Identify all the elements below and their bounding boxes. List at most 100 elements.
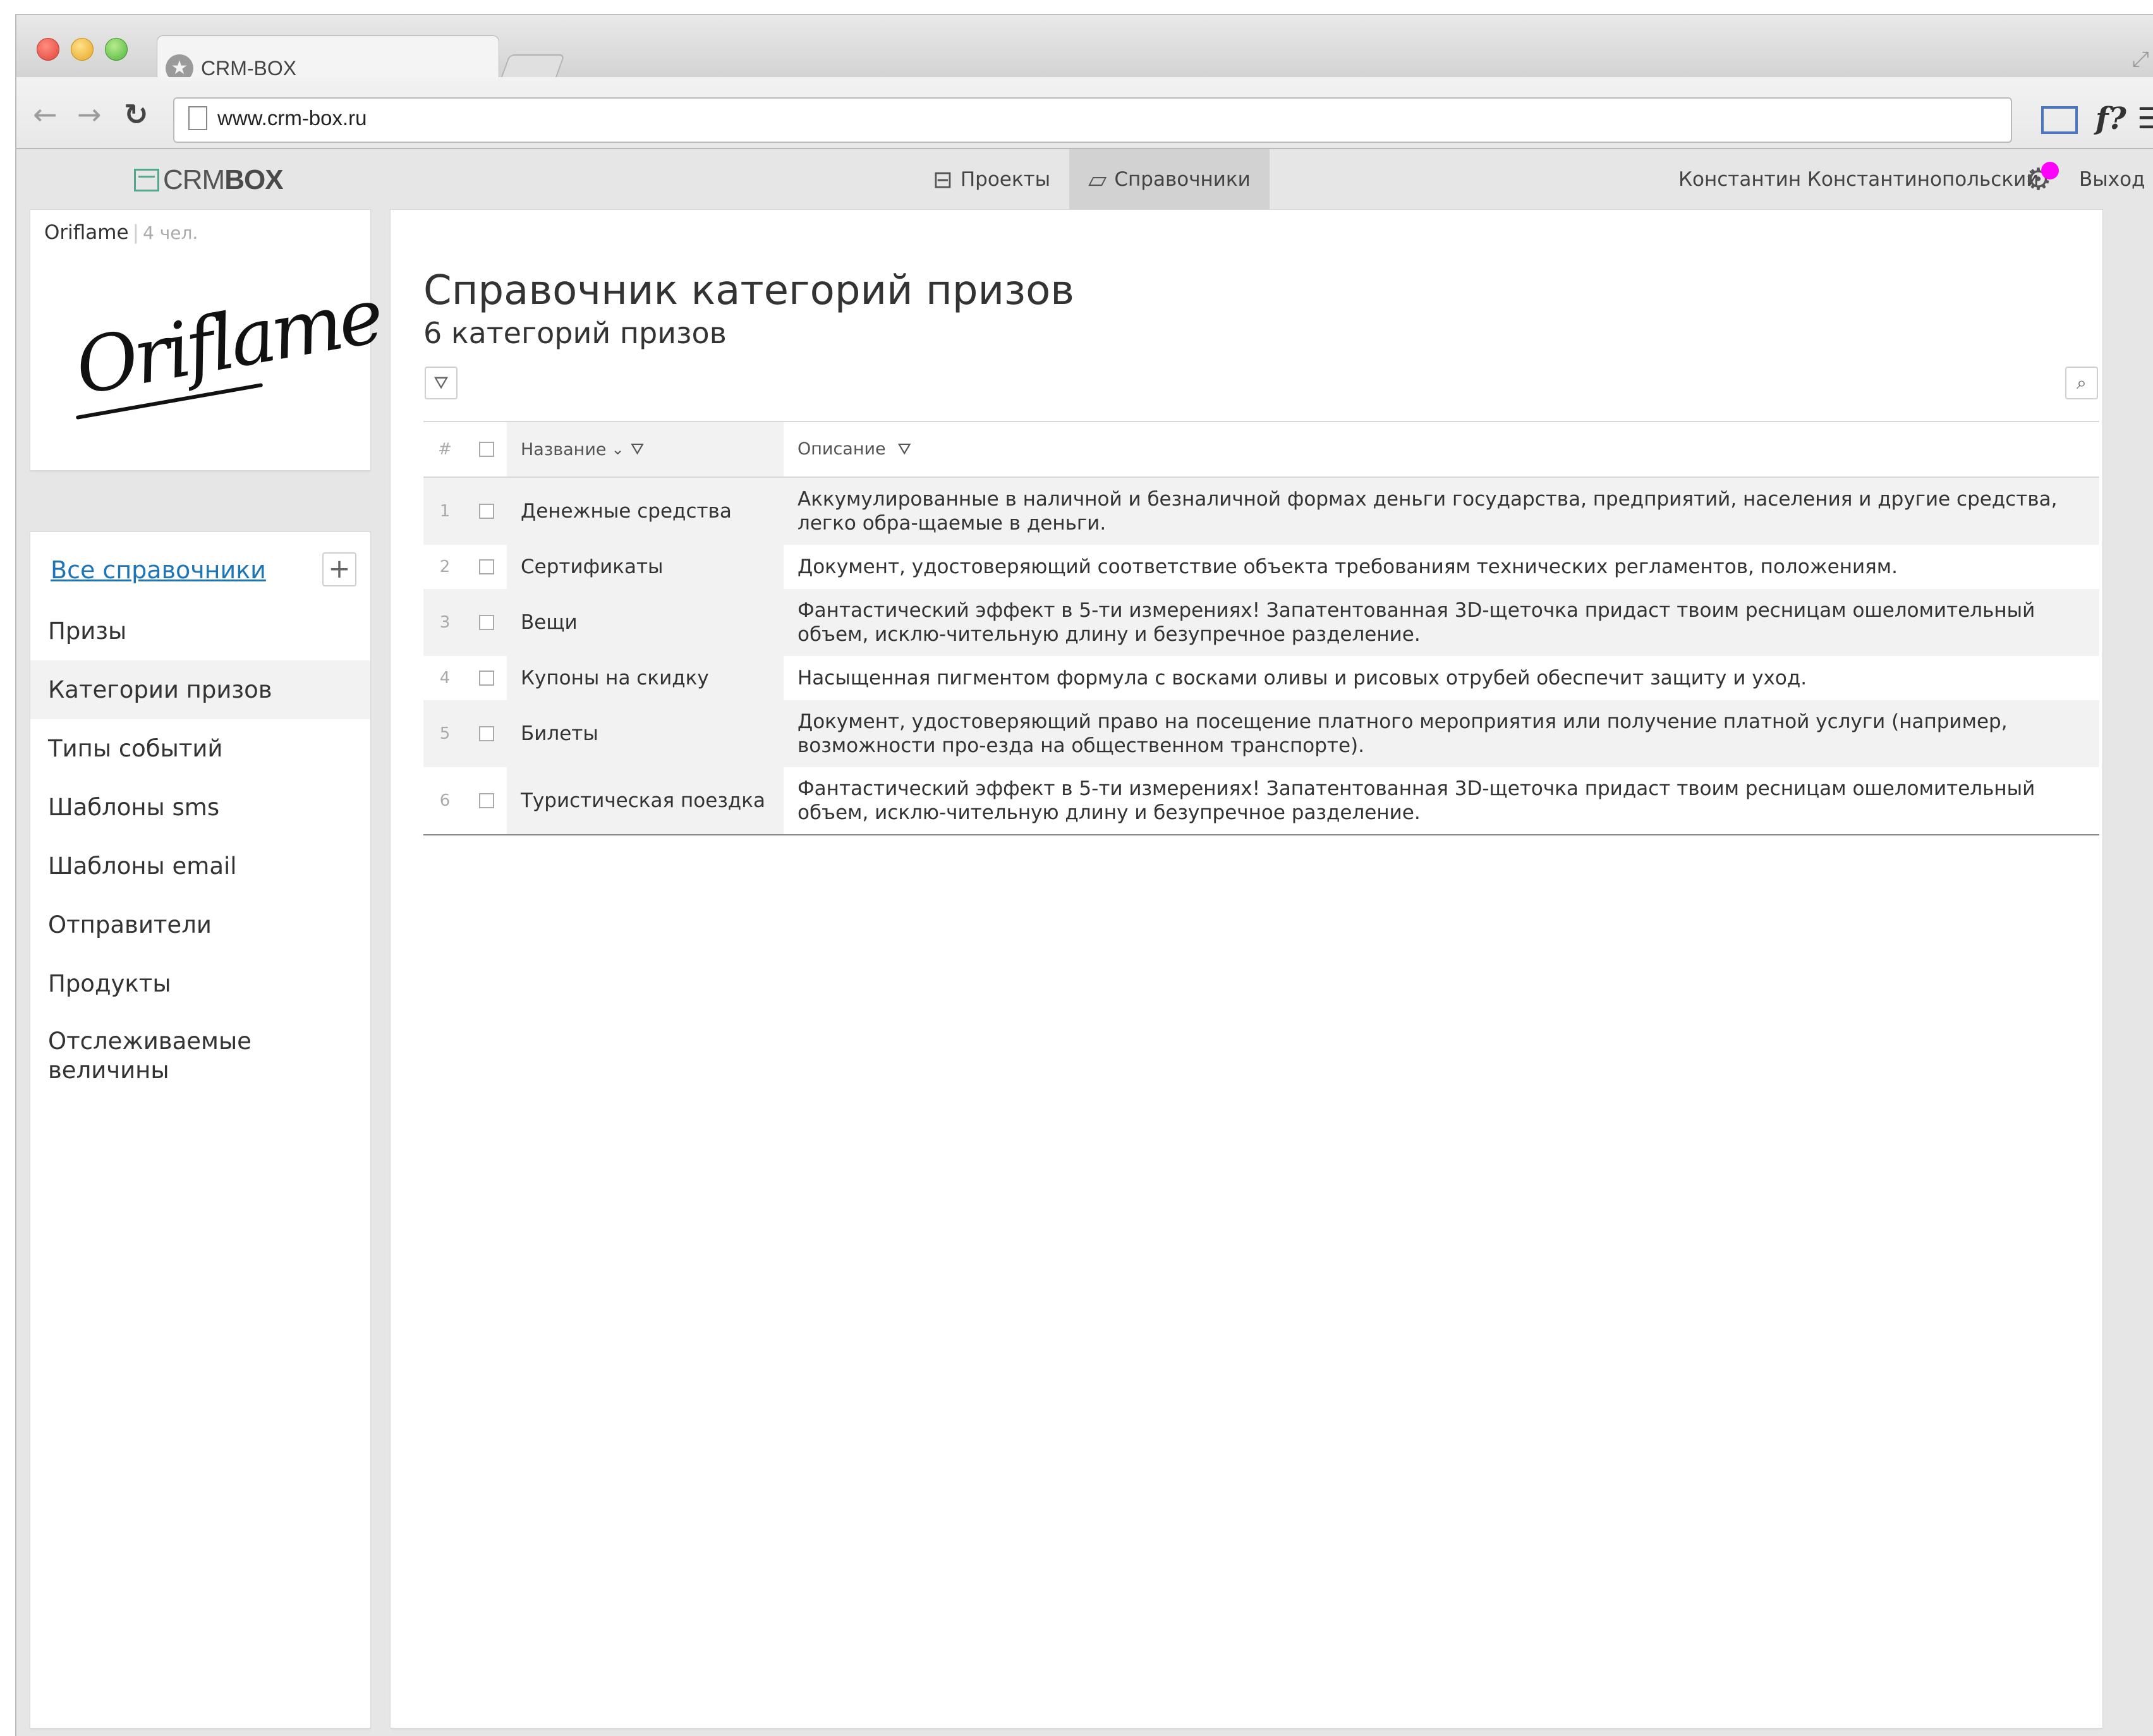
chevron-down-icon[interactable]: ⌄ bbox=[611, 440, 624, 458]
table-row[interactable]: 6 Туристическая поездка Фантастический э… bbox=[423, 767, 2099, 834]
search-icon: ⌕ bbox=[2077, 372, 2087, 393]
table-row[interactable]: 1 Денежные средства Аккумулированные в н… bbox=[423, 478, 2099, 545]
header-description-label: Описание bbox=[798, 439, 886, 459]
header-description-column[interactable]: Описание ⛛ bbox=[784, 430, 2099, 469]
zoom-window-button[interactable] bbox=[105, 38, 128, 61]
sidebar-item-sms-templates[interactable]: Шаблоны sms bbox=[30, 778, 370, 837]
sidebar-item-email-templates[interactable]: Шаблоны email bbox=[30, 837, 370, 895]
row-select bbox=[466, 559, 507, 574]
fullscreen-icon[interactable]: ⤢ bbox=[2132, 47, 2149, 72]
table-row[interactable]: 3 Вещи Фантастический эффект в 5-ти изме… bbox=[423, 589, 2099, 656]
row-checkbox[interactable] bbox=[479, 726, 494, 741]
row-select bbox=[466, 726, 507, 741]
select-all-checkbox[interactable] bbox=[479, 442, 494, 457]
header-name-label: Название bbox=[521, 439, 607, 459]
row-number: 4 bbox=[439, 669, 451, 688]
user-name[interactable]: Константин Константинопольский bbox=[1678, 168, 2039, 191]
browser-window: ★ CRM-BOX ⤢ ← → ↻ www.crm-box.ru f? ☰ CR… bbox=[15, 14, 2153, 1736]
app-area: CRMBOX ⊟ Проекты ▱ Справочники Константи… bbox=[16, 149, 2153, 1736]
row-name[interactable]: Купоны на скидку bbox=[507, 656, 784, 700]
org-header: Oriflame | 4 чел. bbox=[44, 221, 198, 244]
page-icon bbox=[188, 106, 207, 130]
browser-titlebar: ★ CRM-BOX ⤢ bbox=[16, 15, 2153, 82]
org-member-count: 4 чел. bbox=[143, 222, 198, 243]
nav-directories-label: Справочники bbox=[1114, 168, 1251, 191]
row-number: 1 bbox=[439, 502, 451, 521]
forward-arrow-icon[interactable]: → bbox=[77, 100, 102, 129]
row-select bbox=[466, 615, 507, 630]
header-name-column[interactable]: Название ⌄ ⛛ bbox=[507, 422, 784, 476]
filter-button[interactable]: ⛛ bbox=[425, 367, 458, 399]
table-row[interactable]: 5 Билеты Документ, удостоверяющий право … bbox=[423, 700, 2099, 767]
reload-icon[interactable]: ↻ bbox=[124, 100, 149, 129]
row-number: 2 bbox=[439, 557, 451, 576]
row-description: Фантастический эффект в 5-ти измерениях!… bbox=[798, 599, 2035, 646]
row-number: 5 bbox=[439, 724, 451, 743]
cast-icon[interactable] bbox=[2041, 106, 2078, 134]
directories-sidebar: Все справочники + Призы Категории призов… bbox=[30, 532, 370, 1728]
categories-table: # Название ⌄ ⛛ Описание ⛛ 1 Денежные сре… bbox=[423, 421, 2099, 835]
records-count: 6 категорий призов bbox=[423, 316, 727, 350]
close-window-button[interactable] bbox=[37, 38, 59, 61]
back-arrow-icon[interactable]: ← bbox=[33, 100, 58, 129]
row-name[interactable]: Вещи bbox=[507, 589, 784, 656]
menu-icon[interactable]: ☰ bbox=[2137, 101, 2153, 135]
row-description: Аккумулированные в наличной и безналично… bbox=[798, 488, 2058, 535]
row-name[interactable]: Сертификаты bbox=[507, 545, 784, 589]
archive-icon: ⊟ bbox=[933, 166, 953, 193]
row-number: 6 bbox=[439, 791, 451, 810]
sidebar-item-tracked-values[interactable]: Отслеживаемые величины bbox=[30, 1013, 370, 1089]
directory-list: Призы Категории призов Типы событий Шабл… bbox=[30, 602, 370, 1089]
org-separator: | bbox=[132, 221, 140, 244]
logo-part-box: BOX bbox=[224, 164, 283, 195]
sidebar-item-products[interactable]: Продукты bbox=[30, 954, 370, 1013]
row-description: Фантастический эффект в 5-ти измерениях!… bbox=[798, 777, 2035, 824]
row-checkbox[interactable] bbox=[479, 504, 494, 519]
column-filter-icon[interactable]: ⛛ bbox=[631, 440, 645, 459]
logout-link[interactable]: Выход bbox=[2079, 168, 2145, 191]
row-checkbox[interactable] bbox=[479, 559, 494, 574]
address-bar[interactable] bbox=[173, 97, 2012, 143]
header-number: # bbox=[438, 440, 452, 459]
row-select bbox=[466, 793, 507, 808]
main-panel: Справочник категорий призов 6 категорий … bbox=[391, 210, 2102, 1728]
row-number: 3 bbox=[439, 613, 451, 632]
filter-icon: ⛛ bbox=[434, 372, 449, 393]
sidebar-item-prizes[interactable]: Призы bbox=[30, 602, 370, 660]
row-name[interactable]: Туристическая поездка bbox=[507, 767, 784, 834]
crm-box-logo[interactable]: CRMBOX bbox=[134, 164, 284, 196]
font-icon[interactable]: f? bbox=[2095, 101, 2126, 137]
nav-projects-label: Проекты bbox=[960, 168, 1051, 191]
sidebar-item-event-types[interactable]: Типы событий bbox=[30, 719, 370, 778]
page-title: Справочник категорий призов bbox=[423, 267, 1074, 314]
app-header: CRMBOX ⊟ Проекты ▱ Справочники Константи… bbox=[16, 149, 2153, 210]
sidebar-item-senders[interactable]: Отправители bbox=[30, 895, 370, 954]
organization-card: Oriflame | 4 чел. Oriflame bbox=[30, 210, 387, 470]
nav-directories[interactable]: ▱ Справочники bbox=[1069, 149, 1270, 210]
minimize-window-button[interactable] bbox=[71, 38, 94, 61]
row-select bbox=[466, 504, 507, 519]
header-select-all bbox=[466, 442, 507, 457]
row-checkbox[interactable] bbox=[479, 793, 494, 808]
nav-projects[interactable]: ⊟ Проекты bbox=[914, 149, 1069, 210]
search-button[interactable]: ⌕ bbox=[2065, 367, 2098, 399]
url-text[interactable]: www.crm-box.ru bbox=[217, 106, 367, 130]
table-row[interactable]: 4 Купоны на скидку Насыщенная пигментом … bbox=[423, 656, 2099, 700]
org-name: Oriflame bbox=[44, 221, 129, 244]
table-row[interactable]: 2 Сертификаты Документ, удостоверяющий с… bbox=[423, 545, 2099, 589]
sidebar-item-prize-categories[interactable]: Категории призов bbox=[30, 660, 370, 719]
column-filter-icon[interactable]: ⛛ bbox=[897, 440, 911, 459]
row-checkbox[interactable] bbox=[479, 671, 494, 686]
row-name[interactable]: Билеты bbox=[507, 700, 784, 767]
notification-badge bbox=[2041, 162, 2059, 179]
row-description: Документ, удостоверяющий право на посеще… bbox=[798, 710, 2008, 757]
table-header: # Название ⌄ ⛛ Описание ⛛ bbox=[423, 422, 2099, 478]
row-name[interactable]: Денежные средства bbox=[507, 478, 784, 545]
logo-text: CRMBOX bbox=[163, 164, 284, 196]
logo-part-crm: CRM bbox=[163, 164, 225, 195]
top-navigation: ⊟ Проекты ▱ Справочники bbox=[914, 149, 1270, 210]
all-directories-link[interactable]: Все справочники bbox=[51, 556, 266, 584]
box-icon bbox=[134, 169, 159, 191]
row-checkbox[interactable] bbox=[479, 615, 494, 630]
add-directory-button[interactable]: + bbox=[322, 552, 356, 586]
